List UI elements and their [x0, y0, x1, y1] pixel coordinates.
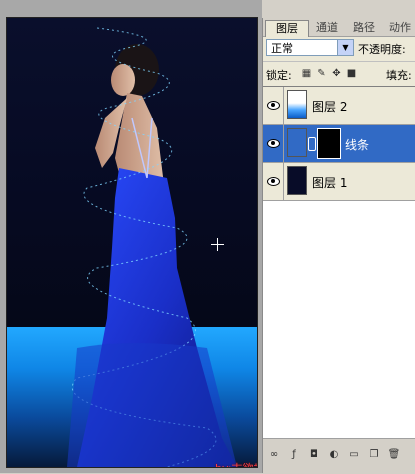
layer-name: 图层 2 [312, 100, 348, 114]
fx-icon[interactable]: ƒ [287, 448, 301, 462]
lock-transparency-icon[interactable]: ▦ [301, 68, 312, 79]
visibility-toggle[interactable] [263, 125, 284, 162]
opacity-label: 不透明度: [358, 43, 406, 56]
blend-opacity-row: 正常 ▼ 不透明度: [263, 37, 415, 59]
layer-row-layer-1[interactable]: 图层 1 [263, 163, 415, 201]
layer-name: 线条 [345, 138, 370, 152]
layer-list: 图层 2 线条 图层 1 [263, 86, 415, 439]
blend-mode-value: 正常 [271, 42, 293, 55]
new-layer-icon[interactable]: ❐ [367, 448, 381, 462]
tab-channels[interactable]: 通道 [310, 20, 344, 36]
move-icon[interactable]: ✥ [331, 68, 342, 79]
trash-icon[interactable]: 🗑 [387, 448, 401, 462]
link-icon[interactable] [308, 137, 316, 151]
tab-layers[interactable]: 图层 [265, 20, 309, 37]
fill-label: 填充: [386, 69, 412, 82]
layer-row-lines[interactable]: 线条 [263, 125, 415, 163]
tab-actions[interactable]: 动作 [384, 20, 415, 36]
brush-icon[interactable]: ✎ [316, 68, 327, 79]
watermark-text: by:古欲香萧·艾瀑群 55199439 [215, 460, 257, 467]
lock-icon[interactable]: ■ [346, 68, 357, 79]
eye-icon [267, 139, 280, 148]
layer-thumbnail [287, 90, 307, 119]
layer-thumbnail [287, 166, 307, 195]
tab-paths[interactable]: 路径 [347, 20, 381, 36]
layers-panel: 图层 通道 路径 动作 正常 ▼ 不透明度: 锁定: ▦ ✎ ✥ ■ 填充: 图… [262, 18, 415, 474]
eye-icon [267, 101, 280, 110]
mask-thumbnail[interactable] [317, 128, 341, 159]
panel-tabs: 图层 通道 路径 动作 [263, 18, 415, 37]
folder-icon[interactable]: ▭ [347, 448, 361, 462]
eye-icon [267, 177, 280, 186]
lock-label: 锁定: [266, 69, 292, 82]
layer-row-layer-2[interactable]: 图层 2 [263, 87, 415, 125]
link-layers-icon[interactable]: ∞ [267, 448, 281, 462]
panel-titlebar [262, 0, 415, 18]
layer-name: 图层 1 [312, 176, 348, 190]
canvas-area[interactable]: by:古欲香萧·艾瀑群 55199439 [0, 0, 262, 473]
add-mask-icon[interactable]: ◘ [307, 448, 321, 462]
adjustment-icon[interactable]: ◐ [327, 448, 341, 462]
crosshair-cursor [211, 238, 224, 251]
lock-fill-row: 锁定: ▦ ✎ ✥ ■ 填充: [263, 61, 415, 87]
visibility-toggle[interactable] [263, 163, 284, 200]
document-canvas[interactable]: by:古欲香萧·艾瀑群 55199439 [6, 17, 258, 468]
layer-thumbnail [287, 128, 307, 157]
layers-bottom-toolbar: ∞ ƒ ◘ ◐ ▭ ❐ 🗑 [263, 438, 415, 474]
visibility-toggle[interactable] [263, 87, 284, 124]
blend-mode-select[interactable]: 正常 ▼ [266, 39, 354, 56]
dropdown-arrow-icon[interactable]: ▼ [337, 40, 353, 55]
